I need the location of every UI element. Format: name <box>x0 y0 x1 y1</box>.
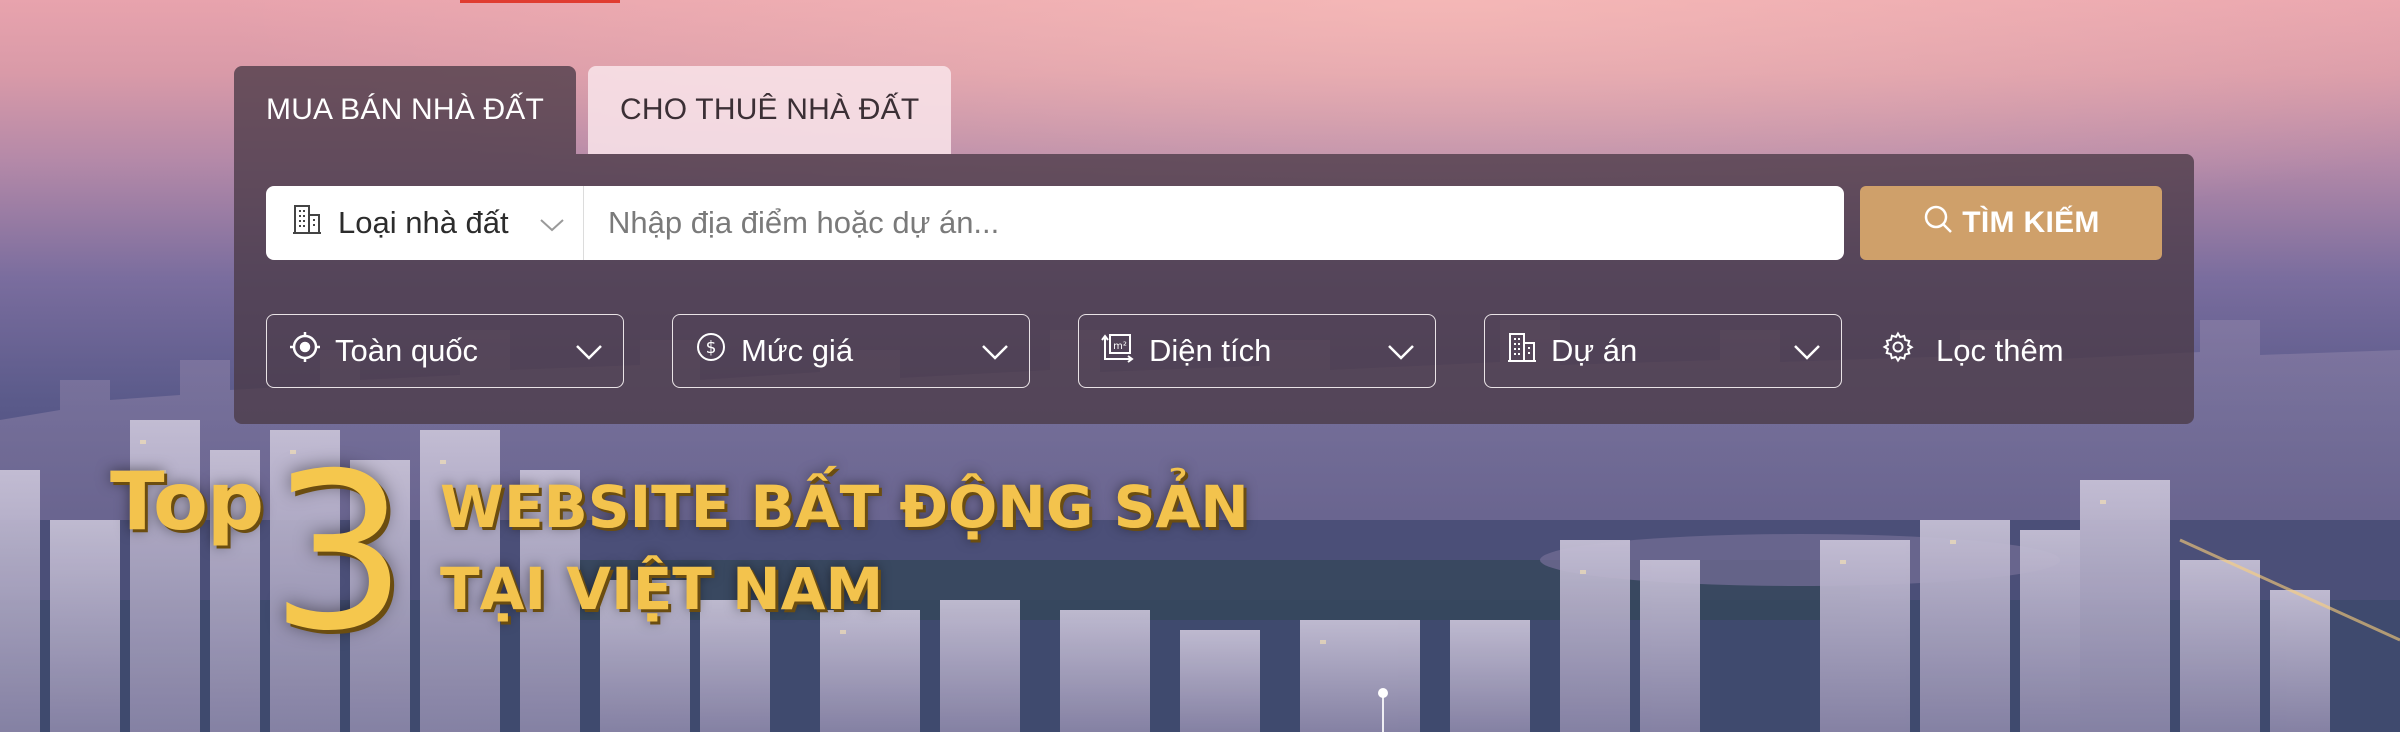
headline-line-2: TẠI VIỆT NAM <box>440 555 884 623</box>
property-type-label: Loại nhà đất <box>338 205 509 240</box>
location-target-icon <box>289 331 321 371</box>
location-filter[interactable]: Toàn quốc <box>266 314 624 388</box>
search-button[interactable]: TÌM KIẾM <box>1860 186 2162 260</box>
search-row: Loại nhà đất TÌM KIẾM <box>266 185 2162 261</box>
more-filters-label: Lọc thêm <box>1936 333 2064 368</box>
chevron-down-icon <box>1387 333 1415 369</box>
search-input[interactable] <box>584 185 1844 261</box>
area-filter-label: Diện tích <box>1149 333 1272 368</box>
property-type-dropdown[interactable]: Loại nhà đất <box>266 186 584 260</box>
carousel-indicator-line <box>1382 696 1384 736</box>
tab-buy-sell[interactable]: MUA BÁN NHÀ ĐẤT <box>234 66 577 154</box>
headline-top-text: Top <box>110 455 264 548</box>
building-icon <box>1507 331 1537 371</box>
price-filter[interactable]: $ Mức giá <box>672 314 1030 388</box>
chevron-down-icon <box>539 205 565 241</box>
svg-text:m²: m² <box>1113 341 1127 352</box>
search-icon <box>1922 203 1954 243</box>
search-button-label: TÌM KIẾM <box>1962 206 2100 239</box>
dollar-circle-icon: $ <box>695 331 727 371</box>
search-box: Loại nhà đất <box>266 185 1844 261</box>
filter-row: Toàn quốc $ Mức giá m² Diện tích Dự án L… <box>266 314 2064 388</box>
svg-text:$: $ <box>706 338 717 358</box>
chevron-down-icon <box>1793 333 1821 369</box>
building-icon <box>292 203 322 243</box>
area-m2-icon: m² <box>1101 331 1135 371</box>
price-filter-label: Mức giá <box>741 333 854 368</box>
search-tabs: MUA BÁN NHÀ ĐẤT CHO THUÊ NHÀ ĐẤT <box>234 66 952 154</box>
more-filters-button[interactable]: Lọc thêm <box>1882 331 2064 371</box>
tab-rent[interactable]: CHO THUÊ NHÀ ĐẤT <box>588 66 952 154</box>
headline-number: 3 <box>270 427 408 678</box>
gear-icon <box>1882 331 1914 371</box>
chevron-down-icon <box>575 333 603 369</box>
search-panel: Loại nhà đất TÌM KIẾM <box>234 154 2194 424</box>
area-filter[interactable]: m² Diện tích <box>1078 314 1436 388</box>
project-filter[interactable]: Dự án <box>1484 314 1842 388</box>
location-filter-label: Toàn quốc <box>335 333 479 368</box>
top-active-indicator <box>460 0 620 3</box>
headline-line-1: WEBSITE BẤT ĐỘNG SẢN <box>440 473 1249 541</box>
chevron-down-icon <box>981 333 1009 369</box>
project-filter-label: Dự án <box>1551 333 1638 368</box>
